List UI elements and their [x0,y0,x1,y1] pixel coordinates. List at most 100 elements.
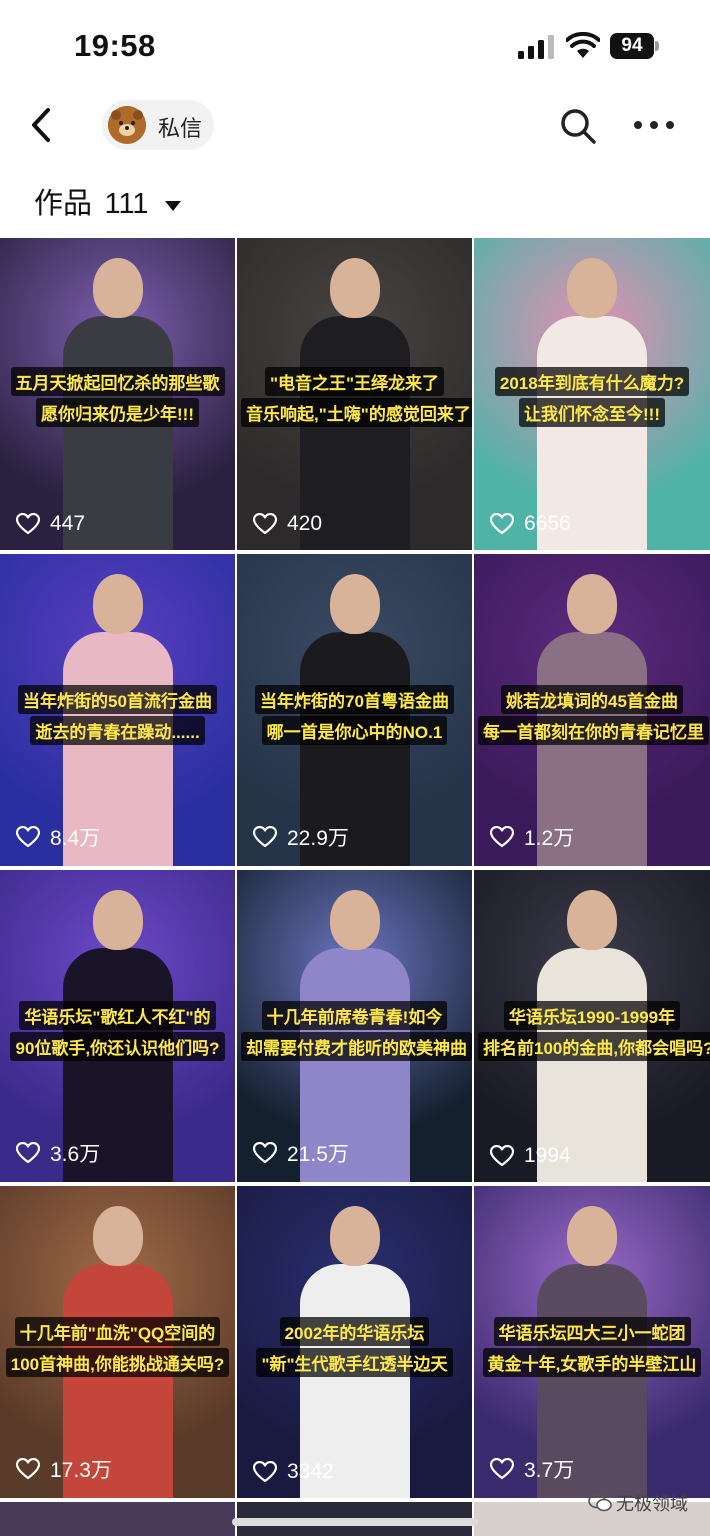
caption-line: 五月天掀起回忆杀的那些歌 [10,367,225,396]
heart-icon [490,826,514,848]
private-message-button[interactable]: 私信 [102,100,214,150]
like-count: 17.3万 [16,1454,112,1484]
status-bar: 19:58 94 [0,0,710,92]
video-caption: 华语乐坛四大三小一蛇团 黄金十年,女歌手的半壁江山 [478,1316,706,1378]
status-time: 19:58 [74,28,156,63]
video-tile[interactable]: 十几年前席卷青春!如今 却需要付费才能听的欧美神曲 21.5万 [237,870,472,1182]
heart-icon [253,1461,277,1483]
video-tile-partial[interactable] [0,1502,235,1536]
video-caption: 华语乐坛1990-1999年 排名前100的金曲,你都会唱吗? [478,1000,710,1062]
caption-line: 2002年的华语乐坛 [279,1317,430,1346]
heart-icon [253,513,277,535]
heart-icon [16,1142,40,1164]
home-indicator[interactable] [232,1518,478,1526]
like-count: 420 [253,512,322,536]
wifi-icon [566,32,600,58]
cover-figure-head [92,1206,143,1266]
video-tile[interactable]: "电音之王"王绎龙来了 音乐响起,"土嗨"的感觉回来了 420 [237,238,472,550]
cover-figure-head [567,258,617,318]
bear-avatar-icon [108,106,146,144]
caption-line: 音乐响起,"土嗨"的感觉回来了 [241,398,472,427]
like-count: 8.4万 [16,822,100,852]
video-tile[interactable]: 华语乐坛四大三小一蛇团 黄金十年,女歌手的半壁江山 3.7万 [474,1186,710,1498]
caption-line: 逝去的青春在躁动...... [30,716,205,745]
caption-line: 哪一首是你心中的NO.1 [261,716,448,745]
video-caption: 当年炸街的70首粤语金曲 哪一首是你心中的NO.1 [241,684,468,746]
cover-figure-head [92,574,143,634]
caption-line: 让我们怀念至今!!! [519,398,665,427]
caption-line: 当年炸街的70首粤语金曲 [255,685,454,714]
video-tile[interactable]: 五月天掀起回忆杀的那些歌 愿你归来仍是少年!!! 447 [0,238,235,550]
like-count: 21.5万 [253,1138,349,1168]
like-count-value: 6656 [524,512,571,535]
video-caption: 十几年前席卷青春!如今 却需要付费才能听的欧美神曲 [241,1000,472,1062]
cover-figure-head [92,890,143,950]
private-message-label: 私信 [158,116,203,141]
video-tile[interactable]: 当年炸街的50首流行金曲 逝去的青春在躁动...... 8.4万 [0,554,235,866]
video-tile[interactable]: 2002年的华语乐坛 "新"生代歌手红透半边天 3342 [237,1186,472,1498]
like-count-value: 8.4万 [50,827,101,850]
like-count-value: 1.2万 [524,827,575,850]
video-tile[interactable]: 姚若龙填词的45首金曲 每一首都刻在你的青春记忆里 1.2万 [474,554,710,866]
caption-line: 却需要付费才能听的欧美神曲 [241,1032,472,1061]
watermark-text: 无极领域 [616,1494,688,1514]
nav-bar: 私信 [0,92,710,162]
like-count-value: 21.5万 [287,1143,349,1166]
video-caption: 当年炸街的50首流行金曲 逝去的青春在躁动...... [4,684,231,746]
caption-line: 排名前100的金曲,你都会唱吗? [478,1032,710,1061]
like-count-value: 420 [287,512,323,535]
like-count: 3.6万 [16,1138,100,1168]
video-tile[interactable]: 华语乐坛"歌红人不红"的 90位歌手,你还认识他们吗? 3.6万 [0,870,235,1182]
battery-tip [655,41,659,51]
heart-icon [16,513,40,535]
heart-icon [16,1458,40,1480]
battery-indicator: 94 [610,33,659,59]
video-tile[interactable]: 当年炸街的70首粤语金曲 哪一首是你心中的NO.1 22.9万 [237,554,472,866]
avatar [108,106,146,144]
caption-line: "新"生代歌手红透半边天 [256,1348,453,1377]
video-caption: 姚若龙填词的45首金曲 每一首都刻在你的青春记忆里 [478,684,709,746]
cover-figure-head [329,574,380,634]
search-icon[interactable] [558,106,598,146]
like-count-value: 3342 [287,1460,334,1483]
video-tile[interactable]: 十几年前"血洗"QQ空间的 100首神曲,你能挑战通关吗? 17.3万 [0,1186,235,1498]
like-count: 1994 [490,1144,571,1168]
caption-line: 愿你归来仍是少年!!! [36,398,199,427]
cover-figure-head [567,574,617,634]
heart-icon [16,826,40,848]
works-label: 作品 [34,188,93,220]
cover-figure-head [92,258,143,318]
like-count: 447 [16,512,85,536]
battery-level: 94 [610,33,654,59]
like-count: 6656 [490,512,571,536]
caption-line: 十几年前席卷青春!如今 [261,1001,448,1030]
like-count: 1.2万 [490,822,574,852]
video-caption: 十几年前"血洗"QQ空间的 100首神曲,你能挑战通关吗? [4,1316,231,1378]
video-tile[interactable]: 华语乐坛1990-1999年 排名前100的金曲,你都会唱吗? 1994 [474,870,710,1182]
video-grid: 五月天掀起回忆杀的那些歌 愿你归来仍是少年!!! 447 "电音之王"王绎龙来了 音乐响… [0,238,710,1536]
like-count-value: 22.9万 [287,827,349,850]
caption-line: 姚若龙填词的45首金曲 [501,685,683,714]
back-icon[interactable] [22,100,62,150]
cover-figure-head [329,890,380,950]
caption-line: 当年炸街的50首流行金曲 [18,685,217,714]
caption-line: 黄金十年,女歌手的半壁江山 [482,1348,702,1377]
caption-line: 十几年前"血洗"QQ空间的 [14,1317,221,1346]
works-filter[interactable]: 作品 111 [34,180,182,224]
signal-icon [518,35,554,59]
like-count-value: 447 [50,512,86,535]
like-count: 3.7万 [490,1454,574,1484]
heart-icon [490,1458,514,1480]
caption-line: 90位歌手,你还认识他们吗? [10,1032,225,1061]
heart-icon [490,513,514,535]
more-options-icon[interactable] [632,112,676,138]
like-count: 3342 [253,1460,334,1484]
cover-figure-head [329,258,380,318]
video-caption: 2018年到底有什么魔力? 让我们怀念至今!!! [478,366,706,428]
like-count-value: 17.3万 [50,1459,112,1482]
video-tile[interactable]: 2018年到底有什么魔力? 让我们怀念至今!!! 6656 [474,238,710,550]
caption-line: 每一首都刻在你的青春记忆里 [478,716,709,745]
caption-line: "电音之王"王绎龙来了 [264,367,445,396]
caption-line: 华语乐坛四大三小一蛇团 [493,1317,691,1346]
works-count: 111 [104,188,149,220]
